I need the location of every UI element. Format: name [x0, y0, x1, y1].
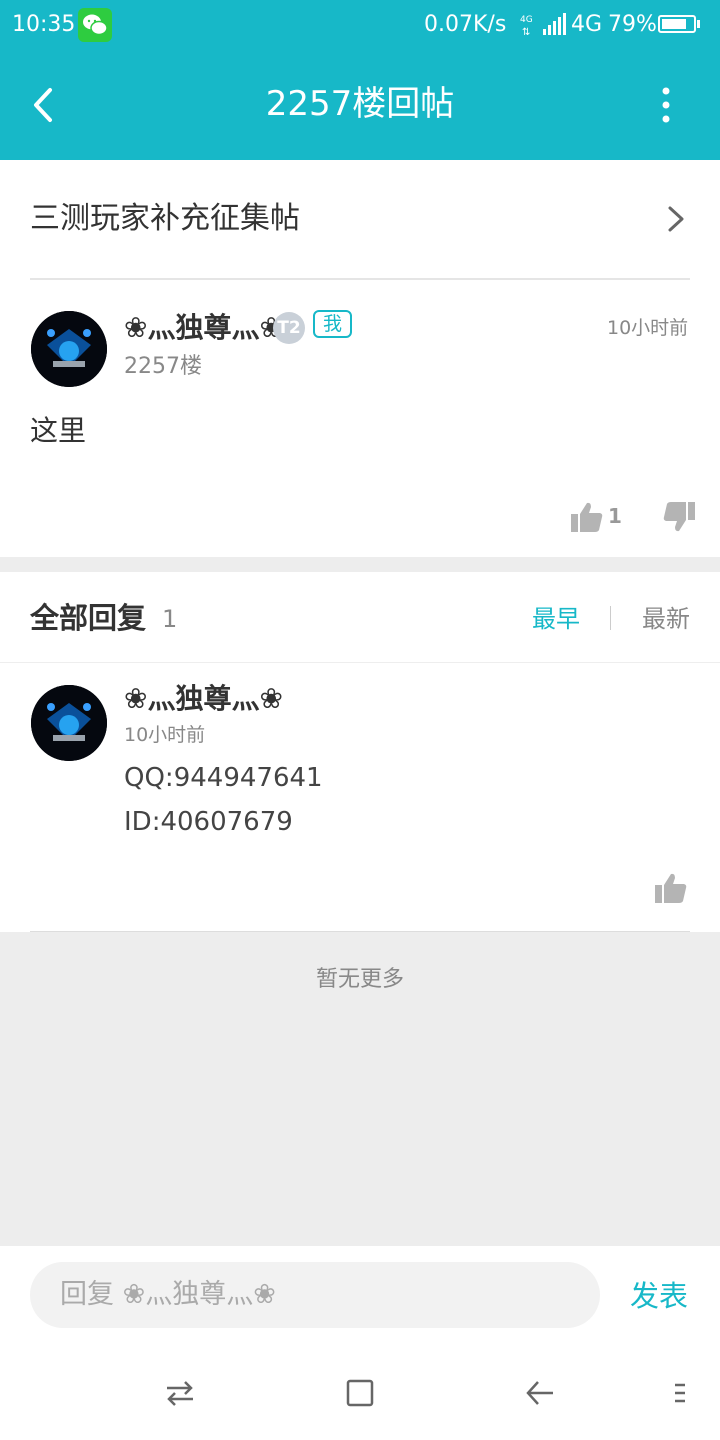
avatar[interactable]: [31, 685, 107, 761]
like-count: 1: [608, 504, 622, 528]
level-badge-icon: T2: [273, 312, 305, 344]
thumbs-up-icon[interactable]: [652, 871, 688, 905]
status-time: 10:35: [12, 12, 76, 37]
replies-card: 全部回复 1 最早 最新 ❀灬独尊灬❀ 10小时前 QQ:944947641 I…: [0, 572, 720, 932]
avatar[interactable]: [31, 311, 107, 387]
reply-line: QQ:944947641: [124, 763, 323, 793]
replies-heading: 全部回复: [30, 601, 147, 635]
page-title: 2257楼回帖: [265, 84, 455, 124]
network-speed: 0.07K/s: [424, 12, 507, 37]
like-button[interactable]: 1: [568, 498, 624, 538]
system-nav-bar: [0, 1350, 720, 1440]
battery-tip: [697, 20, 700, 28]
reply-author-name[interactable]: ❀灬独尊灬❀: [124, 681, 283, 717]
sort-newest-tab[interactable]: 最新: [642, 602, 690, 636]
network-type: 4G: [571, 12, 603, 37]
thread-title-row[interactable]: 三测玩家补充征集帖: [0, 160, 720, 278]
reply-input-placeholder: 回复 ❀灬独尊灬❀: [60, 1279, 276, 1310]
sort-divider: [610, 606, 611, 630]
wechat-icon: [78, 8, 112, 42]
status-bar: 10:35 0.07K/s 4G ⇅ 4G 79%: [0, 0, 720, 50]
back-arrow-icon[interactable]: [524, 1377, 556, 1409]
divider: [30, 931, 690, 932]
floor-number: 2257楼: [124, 354, 202, 379]
post-time: 10小时前: [607, 317, 689, 339]
more-button[interactable]: [648, 80, 684, 130]
reply-line: ID:40607679: [124, 807, 293, 837]
thread-title: 三测玩家补充征集帖: [30, 201, 300, 236]
reply-item[interactable]: ❀灬独尊灬❀ 10小时前 QQ:944947641 ID:40607679: [0, 663, 720, 932]
home-square-icon[interactable]: [344, 1377, 376, 1409]
reply-time: 10小时前: [124, 724, 206, 746]
self-tag: 我: [313, 310, 353, 338]
author-name[interactable]: ❀灬独尊灬❀: [124, 310, 283, 346]
svg-text:⇅: ⇅: [522, 27, 530, 37]
divider: [30, 278, 690, 280]
no-more-text: 暂无更多: [315, 967, 404, 992]
thread-card: 三测玩家补充征集帖 ❀灬独尊灬❀ T2 我 2257楼 10小时前 这里 1: [0, 160, 720, 557]
submit-button[interactable]: 发表: [630, 1276, 688, 1316]
sort-earliest-tab[interactable]: 最早: [532, 602, 580, 636]
battery-icon: [658, 15, 696, 33]
post-content: 这里: [30, 414, 87, 447]
battery-percent: 79%: [608, 12, 657, 37]
svg-text:4G: 4G: [520, 15, 533, 25]
replies-count: 1: [162, 605, 178, 633]
chevron-right-icon: [668, 206, 684, 232]
more-vertical-icon: [662, 87, 670, 123]
menu-icon[interactable]: [672, 1380, 688, 1408]
signal-icon: 4G ⇅: [520, 13, 566, 37]
switch-apps-icon[interactable]: [164, 1377, 196, 1409]
reply-input[interactable]: 回复 ❀灬独尊灬❀: [30, 1262, 600, 1328]
header-bar: 2257楼回帖: [0, 50, 720, 160]
dislike-button[interactable]: [662, 498, 698, 538]
thumbs-up-icon: [571, 502, 603, 532]
thumbs-down-icon: [663, 502, 695, 532]
